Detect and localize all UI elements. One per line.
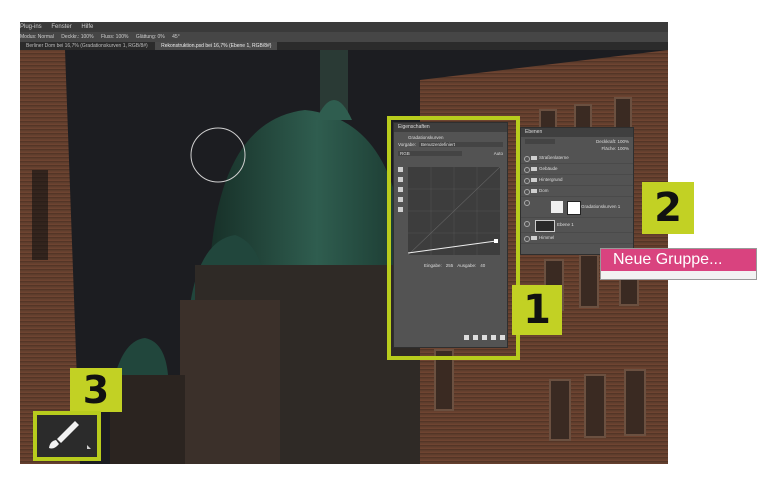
visibility-icon[interactable]: [491, 335, 496, 340]
layer-name: Straßenlaterne: [539, 155, 569, 160]
eyedropper-icon[interactable]: [398, 177, 403, 182]
folder-icon: [531, 178, 537, 182]
option-mode[interactable]: Modus: Normal: [20, 34, 54, 40]
option-opacity[interactable]: Deckkr.: 100%: [61, 34, 93, 40]
menu-item-fenster[interactable]: Fenster: [51, 24, 71, 30]
eye-icon[interactable]: [524, 221, 530, 227]
options-bar: Modus: Normal Deckkr.: 100% Fluss: 100% …: [20, 32, 668, 42]
layer-name: Hintergrund: [539, 177, 563, 182]
curves-tools: [398, 167, 404, 212]
eyedropper-icon[interactable]: [398, 187, 403, 192]
option-smoothing[interactable]: Glättung: 0%: [136, 34, 165, 40]
folder-icon: [531, 156, 537, 160]
callout-number-2: 2: [642, 182, 694, 234]
curves-subtitle: Gradationskurven: [408, 135, 444, 140]
channel-select[interactable]: RGB: [398, 151, 462, 156]
adjustment-icon: [551, 201, 563, 213]
document-tab-active[interactable]: Rekonstruktion.psd bei 16,7% (Ebene 1, R…: [155, 42, 278, 50]
curve-point-icon[interactable]: [398, 197, 403, 202]
eye-icon[interactable]: [524, 156, 530, 162]
folder-icon: [531, 236, 537, 240]
clip-icon[interactable]: [464, 335, 469, 340]
properties-panel-title: Eigenschaften: [394, 123, 507, 132]
layers-panel-title: Ebenen: [521, 128, 633, 137]
document-tab[interactable]: Berliner Dom bei 16,7% (Gradationskurven…: [20, 42, 154, 50]
layer-row[interactable]: Ebene 1: [521, 218, 633, 233]
view-icon[interactable]: [473, 335, 478, 340]
eyedropper-icon[interactable]: [398, 167, 403, 172]
preset-select[interactable]: Benutzerdefiniert: [419, 142, 503, 147]
menu-bar: Plug-ins Fenster Hilfe: [20, 22, 668, 32]
layer-row[interactable]: Gebäude: [521, 164, 633, 175]
layer-row[interactable]: Himmel: [521, 233, 633, 244]
input-label: Eingabe:: [424, 263, 442, 268]
brush-tool-button[interactable]: [33, 411, 101, 461]
layer-name: Himmel: [539, 235, 555, 240]
option-angle[interactable]: 45°: [172, 34, 180, 40]
layer-name: Gebäude: [539, 166, 558, 171]
preset-label: Vorgabe:: [398, 142, 417, 147]
layer-row[interactable]: Straßenlaterne: [521, 153, 633, 164]
eye-icon[interactable]: [524, 167, 530, 173]
eye-icon[interactable]: [524, 200, 530, 206]
menu-item-plugins[interactable]: Plug-ins: [20, 24, 42, 30]
output-value[interactable]: 40: [480, 263, 485, 268]
context-menu-item-new-group[interactable]: Neue Gruppe...: [601, 249, 756, 271]
brush-icon: [49, 421, 91, 449]
layer-row-adjustment[interactable]: Gradationskurven 1: [521, 197, 633, 218]
layer-mask-thumbnail[interactable]: [567, 201, 581, 215]
trash-icon[interactable]: [500, 335, 505, 340]
pencil-icon[interactable]: [398, 207, 403, 212]
document-tab-bar: Berliner Dom bei 16,7% (Gradationskurven…: [20, 42, 668, 50]
context-menu: Neue Gruppe...: [600, 248, 757, 280]
option-flow[interactable]: Fluss: 100%: [101, 34, 129, 40]
output-label: Ausgabe:: [457, 263, 477, 268]
layer-row[interactable]: Hintergrund: [521, 175, 633, 186]
layers-fill[interactable]: Fläche: 100%: [521, 146, 633, 153]
layers-panel[interactable]: Ebenen Deckkraft: 100% Fläche: 100% Stra…: [520, 127, 634, 255]
eye-icon[interactable]: [524, 236, 530, 242]
curves-graph[interactable]: [408, 167, 500, 255]
properties-footer: [464, 335, 505, 340]
layers-opacity[interactable]: Deckkraft: 100%: [596, 139, 629, 144]
folder-icon: [531, 167, 537, 171]
input-value[interactable]: 255: [446, 263, 454, 268]
auto-button[interactable]: Auto: [494, 151, 503, 156]
layer-name: Gradationskurven 1: [581, 204, 621, 209]
layer-name: Ebene 1: [557, 222, 574, 227]
eye-icon[interactable]: [524, 178, 530, 184]
menu-item-hilfe[interactable]: Hilfe: [81, 24, 93, 30]
layer-name: Dom: [539, 188, 549, 193]
callout-number-1: 1: [512, 285, 562, 335]
layer-row[interactable]: Dom: [521, 186, 633, 197]
reset-icon[interactable]: [482, 335, 487, 340]
properties-panel[interactable]: Eigenschaften Gradationskurven Vorgabe: …: [393, 122, 508, 348]
layer-thumbnail: [535, 220, 555, 232]
eye-icon[interactable]: [524, 189, 530, 195]
curve-control-point[interactable]: [494, 239, 498, 243]
layers-blend-select[interactable]: [525, 139, 555, 144]
folder-icon: [531, 189, 537, 193]
callout-number-3: 3: [70, 368, 122, 412]
